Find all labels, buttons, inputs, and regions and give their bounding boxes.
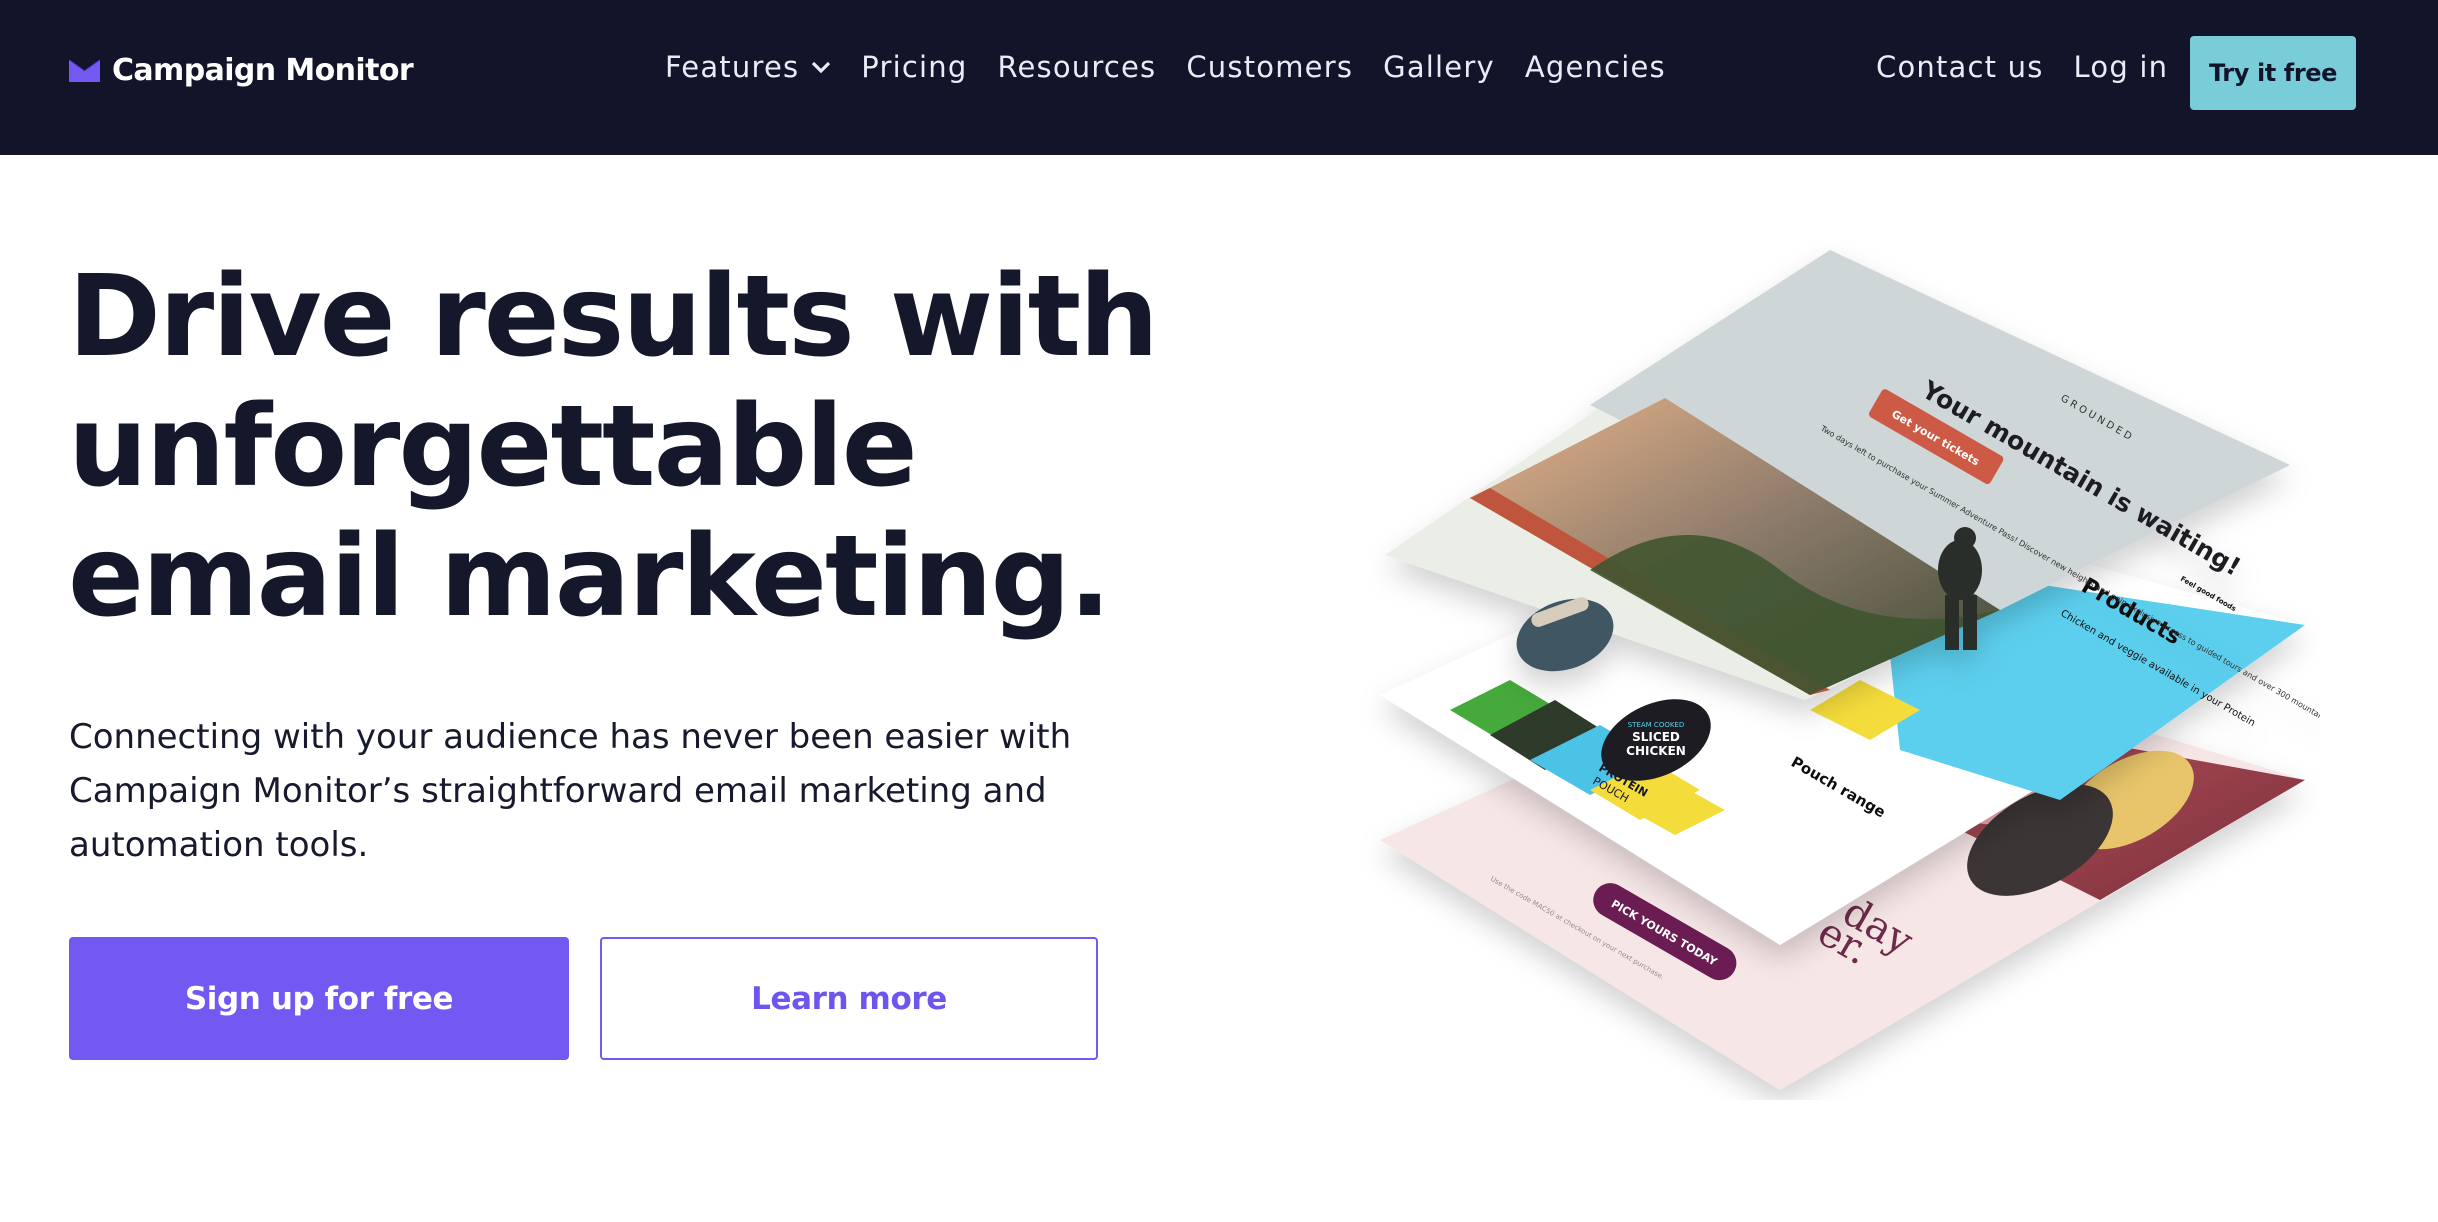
- hero-headline: Drive results with unforgettable email m…: [68, 252, 1159, 642]
- main-nav: Features Pricing Resources Customers Gal…: [665, 50, 1696, 84]
- hero-headline-line: unforgettable: [68, 382, 918, 512]
- log-in-link[interactable]: Log in: [2074, 50, 2169, 84]
- nav-item-gallery[interactable]: Gallery: [1383, 50, 1495, 84]
- email-templates-illustration: day er. PICK YOURS TODAY Use the code MA…: [1360, 240, 2320, 1100]
- sign-up-button[interactable]: Sign up for free: [69, 937, 569, 1060]
- brand-logo[interactable]: Campaign Monitor: [69, 53, 414, 88]
- nav-item-resources[interactable]: Resources: [997, 50, 1156, 84]
- learn-more-button[interactable]: Learn more: [600, 937, 1098, 1060]
- try-it-free-button[interactable]: Try it free: [2190, 36, 2356, 110]
- hero-headline-line: email marketing.: [68, 512, 1111, 642]
- stacked-email-cards: day er. PICK YOURS TODAY Use the code MA…: [1380, 250, 2320, 1090]
- account-nav: Contact us Log in: [1876, 50, 2198, 84]
- nav-item-customers[interactable]: Customers: [1186, 50, 1353, 84]
- brand-name: Campaign Monitor: [112, 53, 414, 88]
- nav-item-pricing[interactable]: Pricing: [861, 50, 967, 84]
- badge-top-text: STEAM COOKED: [1628, 721, 1685, 729]
- nav-item-features[interactable]: Features: [665, 50, 831, 84]
- top-navigation-bar: Campaign Monitor Features Pricing Resour…: [0, 0, 2438, 155]
- badge-line1: SLICED: [1632, 730, 1680, 744]
- nav-item-agencies[interactable]: Agencies: [1525, 50, 1666, 84]
- chevron-down-icon: [812, 61, 831, 74]
- contact-us-link[interactable]: Contact us: [1876, 50, 2044, 84]
- nav-item-label: Features: [665, 50, 800, 84]
- hero-headline-line: Drive results with: [68, 252, 1159, 382]
- envelope-logo-icon: [69, 59, 100, 82]
- badge-line2: CHICKEN: [1626, 744, 1686, 758]
- hero-subtitle: Connecting with your audience has never …: [69, 717, 1072, 865]
